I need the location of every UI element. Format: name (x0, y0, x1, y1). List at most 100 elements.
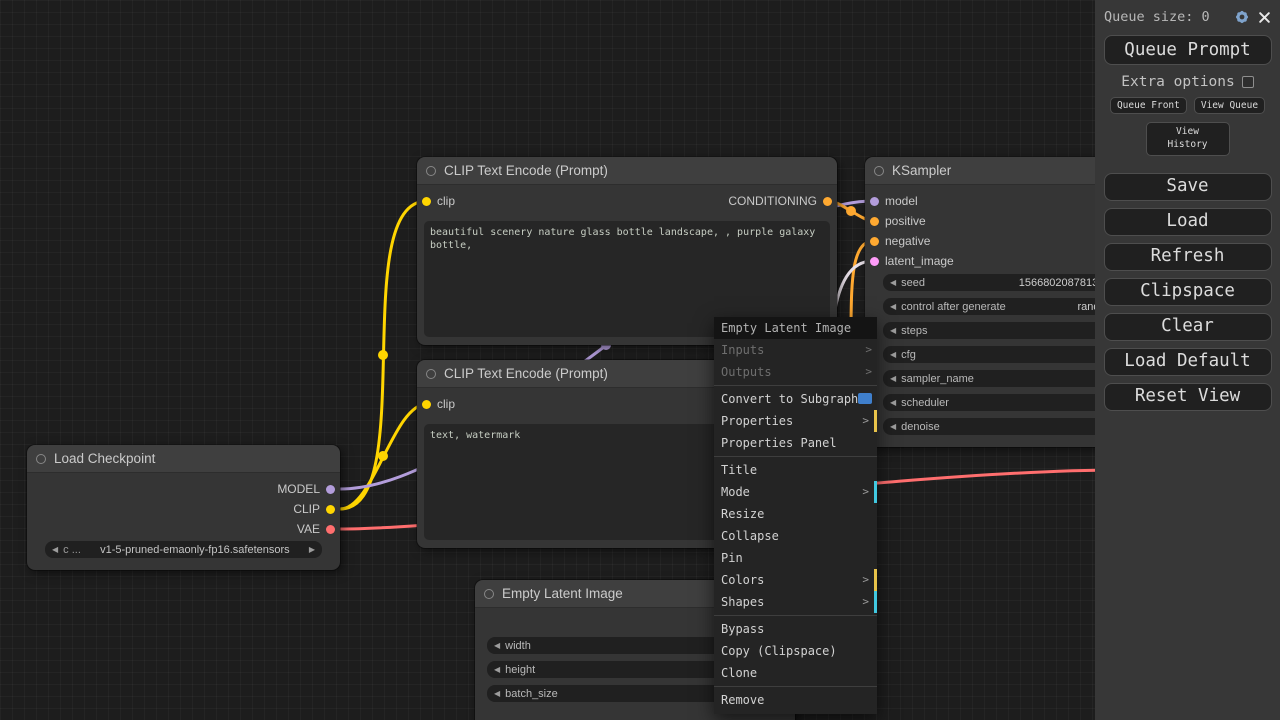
port-label: clip (437, 194, 456, 208)
input-slot-latent-image[interactable]: latent_image (870, 253, 954, 269)
widget-ckpt-name[interactable]: ◀ c ... v1-5-pruned-emaonly-fp16.safeten… (45, 541, 322, 558)
collapse-toggle-icon[interactable] (874, 165, 884, 176)
widget-value: v1-5-pruned-emaonly-fp16.safetensors (100, 543, 290, 556)
menu-item-resize[interactable]: Resize (714, 503, 877, 525)
menu-item-label: Properties Panel (721, 436, 837, 450)
menu-item-label: Pin (721, 551, 743, 565)
widget-label: cfg (901, 348, 916, 361)
menu-separator (714, 385, 877, 386)
menu-item-shapes[interactable]: Shapes > (714, 591, 877, 613)
menu-item-properties[interactable]: Properties > (714, 410, 877, 432)
menu-separator (714, 686, 877, 687)
clip-port-dot[interactable] (326, 504, 335, 514)
decrement-icon[interactable]: ◀ (890, 326, 896, 335)
view-queue-button[interactable]: View Queue (1193, 97, 1266, 114)
refresh-button[interactable]: Refresh (1103, 242, 1272, 271)
clip-port-dot[interactable] (422, 399, 431, 409)
settings-gear-icon[interactable] (1234, 9, 1250, 25)
view-history-button[interactable]: View History (1145, 122, 1230, 156)
output-slot-model[interactable]: MODEL (277, 481, 335, 497)
submenu-arrow-icon: > (862, 595, 869, 608)
menu-item-label: Colors (721, 573, 765, 587)
input-slot-model[interactable]: model (870, 193, 918, 209)
decrement-icon[interactable]: ◀ (890, 350, 896, 359)
input-slot-clip[interactable]: clip (422, 193, 455, 209)
queue-front-button[interactable]: Queue Front (1109, 97, 1187, 114)
node-context-menu: Empty Latent Image Inputs > Outputs > Co… (714, 317, 877, 714)
node-title: CLIP Text Encode (Prompt) (444, 163, 608, 178)
menu-item-properties-panel[interactable]: Properties Panel (714, 432, 877, 454)
port-label: CONDITIONING (728, 194, 817, 208)
decrement-icon[interactable]: ◀ (890, 422, 896, 431)
menu-item-label: Mode (721, 485, 750, 499)
collapse-toggle-icon[interactable] (426, 368, 436, 379)
next-option-icon[interactable]: ▶ (309, 545, 315, 554)
vae-port-dot[interactable] (326, 524, 335, 534)
save-button[interactable]: Save (1103, 172, 1272, 201)
decrement-icon[interactable]: ◀ (890, 398, 896, 407)
model-port-dot[interactable] (870, 196, 879, 206)
port-label: MODEL (277, 482, 320, 496)
port-label: clip (437, 397, 456, 411)
clipspace-button[interactable]: Clipspace (1103, 277, 1272, 306)
output-slot-conditioning[interactable]: CONDITIONING (728, 193, 832, 209)
node-load-checkpoint[interactable]: Load Checkpoint MODEL CLIP VAE ◀ c ... v… (26, 444, 341, 571)
port-label: CLIP (293, 502, 320, 516)
output-slot-clip[interactable]: CLIP (293, 501, 335, 517)
reset-view-button[interactable]: Reset View (1103, 382, 1272, 411)
decrement-icon[interactable]: ◀ (494, 641, 500, 650)
conditioning-port-dot[interactable] (823, 196, 832, 206)
widget-label: steps (901, 324, 928, 337)
clip-port-dot[interactable] (422, 196, 431, 206)
widget-label: c ... (63, 543, 81, 556)
menu-item-remove[interactable]: Remove (714, 689, 877, 711)
extra-options-label: Extra options (1121, 74, 1235, 90)
menu-item-mode[interactable]: Mode > (714, 481, 877, 503)
menu-item-title[interactable]: Title (714, 459, 877, 481)
model-port-dot[interactable] (326, 484, 335, 494)
node-header[interactable]: Load Checkpoint (27, 445, 340, 473)
input-slot-positive[interactable]: positive (870, 213, 926, 229)
load-default-button[interactable]: Load Default (1103, 347, 1272, 376)
menu-item-outputs: Outputs > (714, 361, 877, 383)
conditioning-port-dot[interactable] (870, 216, 879, 226)
decrement-icon[interactable]: ◀ (494, 665, 500, 674)
menu-item-label: Outputs (721, 365, 772, 379)
decrement-icon[interactable]: ◀ (890, 278, 896, 287)
collapse-toggle-icon[interactable] (36, 453, 46, 464)
extra-options-checkbox[interactable] (1241, 76, 1254, 88)
node-header[interactable]: CLIP Text Encode (Prompt) (417, 157, 837, 185)
menu-item-colors[interactable]: Colors > (714, 569, 877, 591)
menu-item-bypass[interactable]: Bypass (714, 618, 877, 640)
conditioning-port-dot[interactable] (870, 236, 879, 246)
widget-label: batch_size (505, 687, 558, 700)
load-button[interactable]: Load (1103, 207, 1272, 236)
widget-label: seed (901, 276, 926, 289)
collapse-toggle-icon[interactable] (484, 588, 494, 599)
menu-item-copy-clipspace[interactable]: Copy (Clipspace) (714, 640, 877, 662)
link-midpoint-dot (846, 206, 856, 216)
clear-button[interactable]: Clear (1103, 312, 1272, 341)
queue-prompt-button[interactable]: Queue Prompt (1103, 35, 1272, 65)
port-label: negative (885, 234, 931, 248)
output-slot-vae[interactable]: VAE (297, 521, 335, 537)
latent-port-dot[interactable] (870, 256, 879, 266)
context-menu-title: Empty Latent Image (714, 317, 877, 339)
close-icon[interactable] (1258, 11, 1271, 24)
input-slot-clip[interactable]: clip (422, 396, 455, 412)
menu-item-clone[interactable]: Clone (714, 662, 877, 684)
menu-item-convert-to-subgraph[interactable]: Convert to Subgraph (714, 388, 877, 410)
menu-separator (714, 615, 877, 616)
menu-item-pin[interactable]: Pin (714, 547, 877, 569)
collapse-toggle-icon[interactable] (426, 165, 436, 176)
menu-item-label: Title (721, 463, 758, 477)
decrement-icon[interactable]: ◀ (890, 374, 896, 383)
graph-canvas[interactable]: CLIP Text Encode (Prompt) clip CONDITION… (0, 0, 1280, 720)
menu-item-collapse[interactable]: Collapse (714, 525, 877, 547)
input-slot-negative[interactable]: negative (870, 233, 930, 249)
node-title: Empty Latent Image (502, 586, 623, 601)
decrement-icon[interactable]: ◀ (890, 302, 896, 311)
previous-option-icon[interactable]: ◀ (52, 545, 58, 554)
decrement-icon[interactable]: ◀ (494, 689, 500, 698)
submenu-arrow-icon: > (862, 573, 869, 586)
